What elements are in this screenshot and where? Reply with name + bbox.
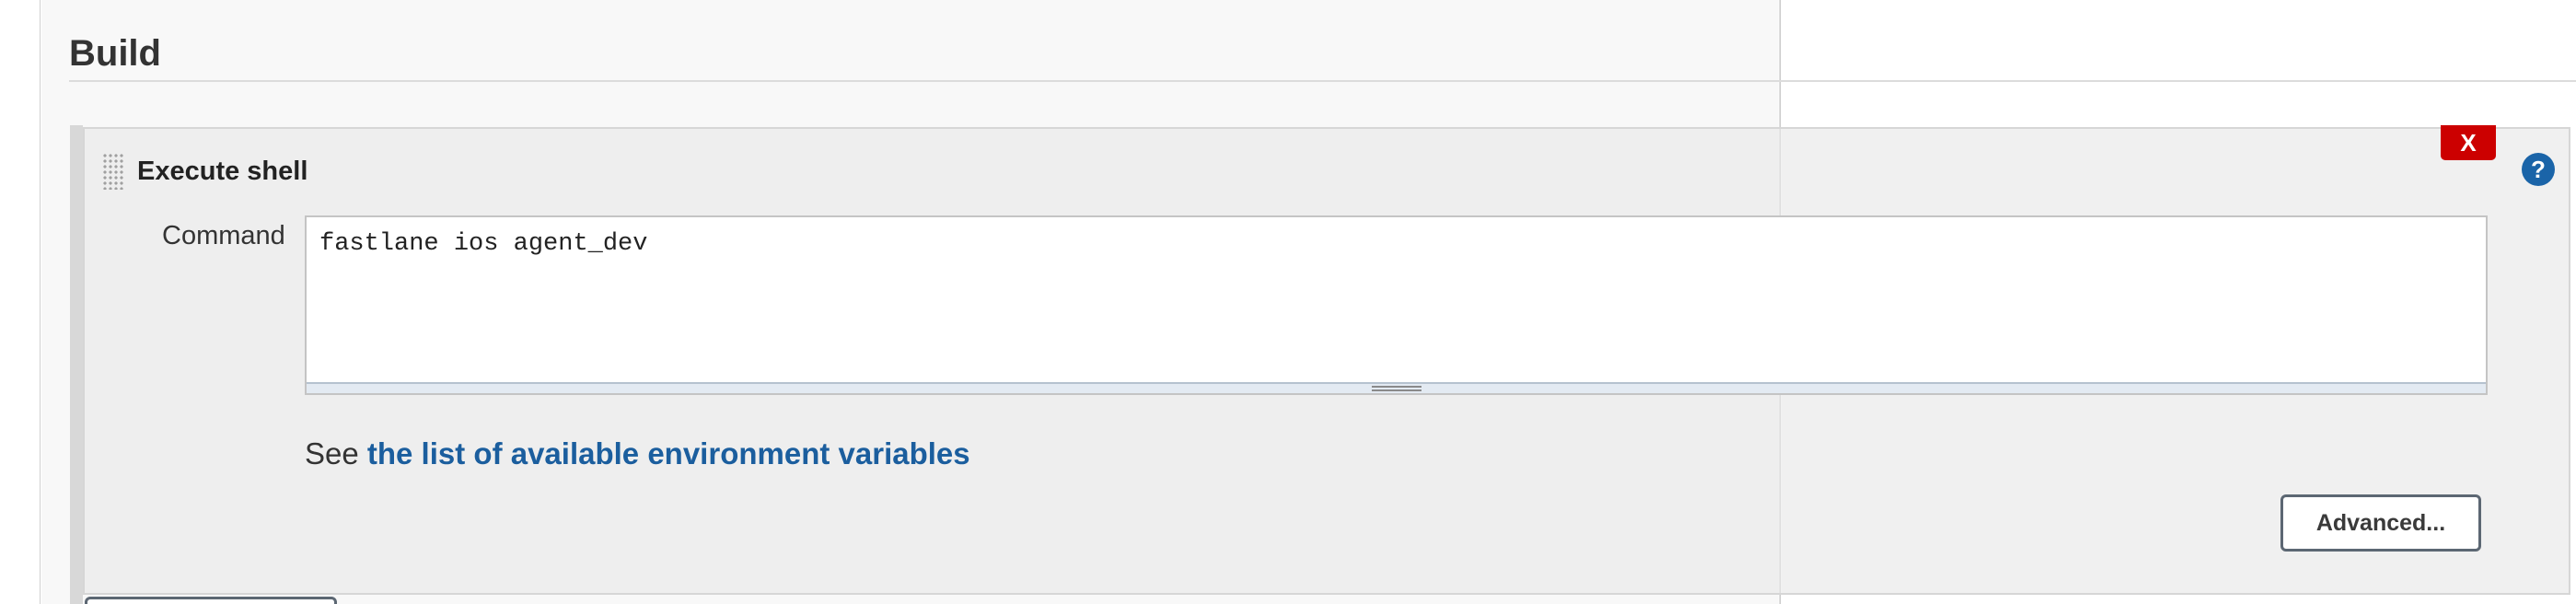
- delete-step-button[interactable]: X: [2441, 125, 2496, 160]
- section-divider: [69, 80, 2576, 82]
- command-textarea[interactable]: fastlane ios agent_dev: [305, 215, 2488, 395]
- add-build-step-button-edge[interactable]: [85, 597, 337, 604]
- build-config-page: Build Execute shell X ? Command fastlane…: [0, 0, 2576, 604]
- advanced-button[interactable]: Advanced...: [2280, 494, 2481, 552]
- command-label: Command: [162, 221, 285, 250]
- env-prefix: See: [305, 436, 367, 470]
- section-title: Build: [69, 33, 161, 74]
- textarea-resize-bar[interactable]: [307, 382, 2486, 393]
- command-text[interactable]: fastlane ios agent_dev: [319, 230, 647, 258]
- drag-handle-icon[interactable]: [102, 153, 124, 190]
- resize-grip-icon[interactable]: [1371, 386, 1421, 391]
- env-variables-hint: See the list of available environment va…: [305, 436, 970, 471]
- step-left-border: [70, 125, 83, 604]
- build-step-title: Execute shell: [137, 157, 308, 186]
- left-gutter: [0, 0, 41, 604]
- env-variables-link[interactable]: the list of available environment variab…: [367, 436, 970, 470]
- help-icon[interactable]: ?: [2522, 153, 2555, 186]
